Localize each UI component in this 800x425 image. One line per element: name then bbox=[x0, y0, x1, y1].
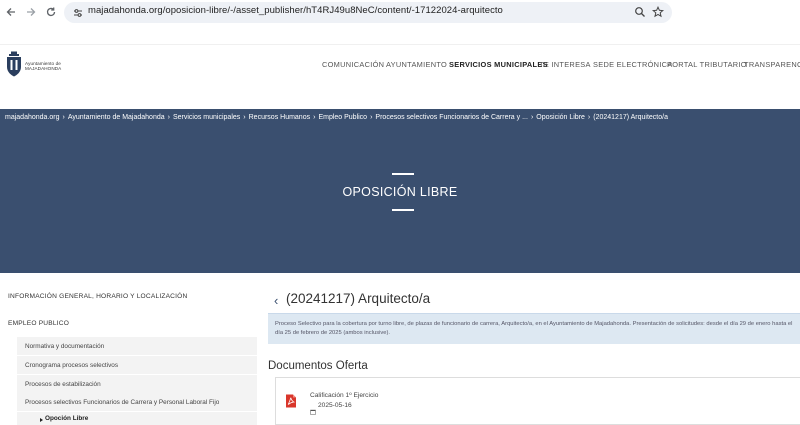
site-info-icon[interactable] bbox=[72, 6, 84, 18]
content-title: (20241217) Arquitecto/a bbox=[286, 291, 431, 306]
breadcrumb-separator: › bbox=[370, 114, 373, 121]
document-name-link[interactable]: Calificación 1º Ejercicio bbox=[310, 392, 378, 399]
breadcrumb-separator: › bbox=[167, 114, 170, 121]
sidebar-link-informacion[interactable]: INFORMACIÓN GENERAL, HORARIO Y LOCALIZAC… bbox=[8, 293, 187, 300]
document-card[interactable]: Calificación 1º Ejercicio 2025-05-16 bbox=[275, 377, 800, 425]
sidebar-item-label: Procesos selectivos Funcionarios de Carr… bbox=[25, 399, 220, 406]
hero-divider-bottom bbox=[392, 209, 414, 211]
breadcrumb-item[interactable]: Oposición Libre bbox=[536, 114, 585, 121]
documents-heading: Documentos Oferta bbox=[268, 360, 368, 372]
nav-sede-electronica[interactable]: SEDE ELECTRÓNICA bbox=[593, 60, 673, 69]
breadcrumb-separator: › bbox=[530, 114, 534, 121]
breadcrumb-item[interactable]: Recursos Humanos bbox=[249, 114, 310, 121]
sidebar-item-label: Opoción Libre bbox=[45, 415, 89, 422]
nav-servicios-municipales[interactable]: SERVICIOS MUNICIPALES bbox=[449, 60, 548, 69]
logo-line-2: MAJADAHONDA bbox=[25, 66, 62, 72]
nav-comunicacion[interactable]: COMUNICACIÓN bbox=[322, 60, 384, 69]
sidebar-item-label: Procesos de estabilización bbox=[25, 381, 101, 388]
breadcrumb-item[interactable]: Ayuntamiento de Majadahonda bbox=[68, 114, 165, 121]
breadcrumb-separator: › bbox=[587, 114, 591, 121]
description-text: Proceso Selectivo para la cobertura por … bbox=[275, 321, 793, 336]
breadcrumb-current: (20241217) Arquitecto/a bbox=[593, 114, 668, 121]
nav-te-interesa[interactable]: TE INTERESA bbox=[539, 60, 591, 69]
breadcrumb-item[interactable]: majadahonda.org bbox=[5, 114, 60, 121]
sidebar-item-label: Normativa y documentación bbox=[25, 343, 105, 350]
sidebar-item-label: Cronograma procesos selectivos bbox=[25, 362, 119, 369]
page-title: OPOSICIÓN LIBRE bbox=[342, 185, 458, 199]
breadcrumb-item[interactable]: Servicios municipales bbox=[173, 114, 240, 121]
document-date: 2025-05-16 bbox=[318, 402, 352, 409]
zoom-icon[interactable] bbox=[634, 5, 646, 17]
municipal-crest-icon[interactable] bbox=[5, 51, 23, 77]
reload-icon[interactable] bbox=[44, 5, 58, 19]
calendar-icon bbox=[310, 402, 316, 415]
back-chevron-icon[interactable]: ‹ bbox=[274, 293, 278, 308]
hero-banner: majadahonda.org › Ayuntamiento de Majadaho… bbox=[0, 109, 800, 273]
star-icon[interactable] bbox=[651, 5, 665, 18]
pdf-icon bbox=[285, 394, 297, 408]
nav-portal-tributario[interactable]: PORTAL TRIBUTARIO bbox=[667, 60, 747, 69]
arrow-right-icon[interactable] bbox=[24, 5, 38, 19]
description-box: Proceso Selectivo para la cobertura por … bbox=[268, 313, 800, 344]
breadcrumb-item[interactable]: Empleo Publico bbox=[318, 114, 367, 121]
sidebar-item-estabilizacion[interactable]: Procesos de estabilización bbox=[17, 375, 257, 394]
nav-transparencia[interactable]: TRANSPARENCIA bbox=[744, 60, 800, 69]
sidebar-item-oposicion-libre[interactable]: Opoción Libre bbox=[17, 412, 257, 425]
sidebar-link-empleo-publico[interactable]: EMPLEO PUBLICO bbox=[8, 320, 69, 327]
breadcrumb-separator: › bbox=[62, 114, 65, 121]
arrow-left-icon[interactable] bbox=[4, 5, 18, 19]
sidebar-item-normativa[interactable]: Normativa y documentación bbox=[17, 337, 257, 356]
logo-text[interactable]: Ayuntamiento de MAJADAHONDA bbox=[25, 61, 61, 72]
site-header: Ayuntamiento de MAJADAHONDA COMUNICACIÓN… bbox=[0, 44, 800, 82]
breadcrumb-separator: › bbox=[243, 114, 246, 121]
hero-divider-top bbox=[392, 173, 414, 175]
url-text[interactable]: majadahonda.org/oposicion-libre/-/asset_… bbox=[88, 5, 503, 16]
breadcrumb-item[interactable]: Procesos selectivos Funcionarios de Carr… bbox=[375, 114, 528, 121]
breadcrumb-separator: › bbox=[313, 114, 316, 121]
nav-ayuntamiento[interactable]: AYUNTAMIENTO bbox=[386, 60, 447, 69]
breadcrumb: majadahonda.org › Ayuntamiento de Majadaho… bbox=[5, 114, 668, 121]
sidebar-item-cronograma[interactable]: Cronograma procesos selectivos bbox=[17, 356, 257, 375]
browser-toolbar: majadahonda.org/oposicion-libre/-/asset_… bbox=[0, 0, 800, 25]
caret-right-icon bbox=[40, 418, 43, 422]
sidebar-item-procesos-selectivos[interactable]: Procesos selectivos Funcionarios de Carr… bbox=[17, 393, 257, 412]
